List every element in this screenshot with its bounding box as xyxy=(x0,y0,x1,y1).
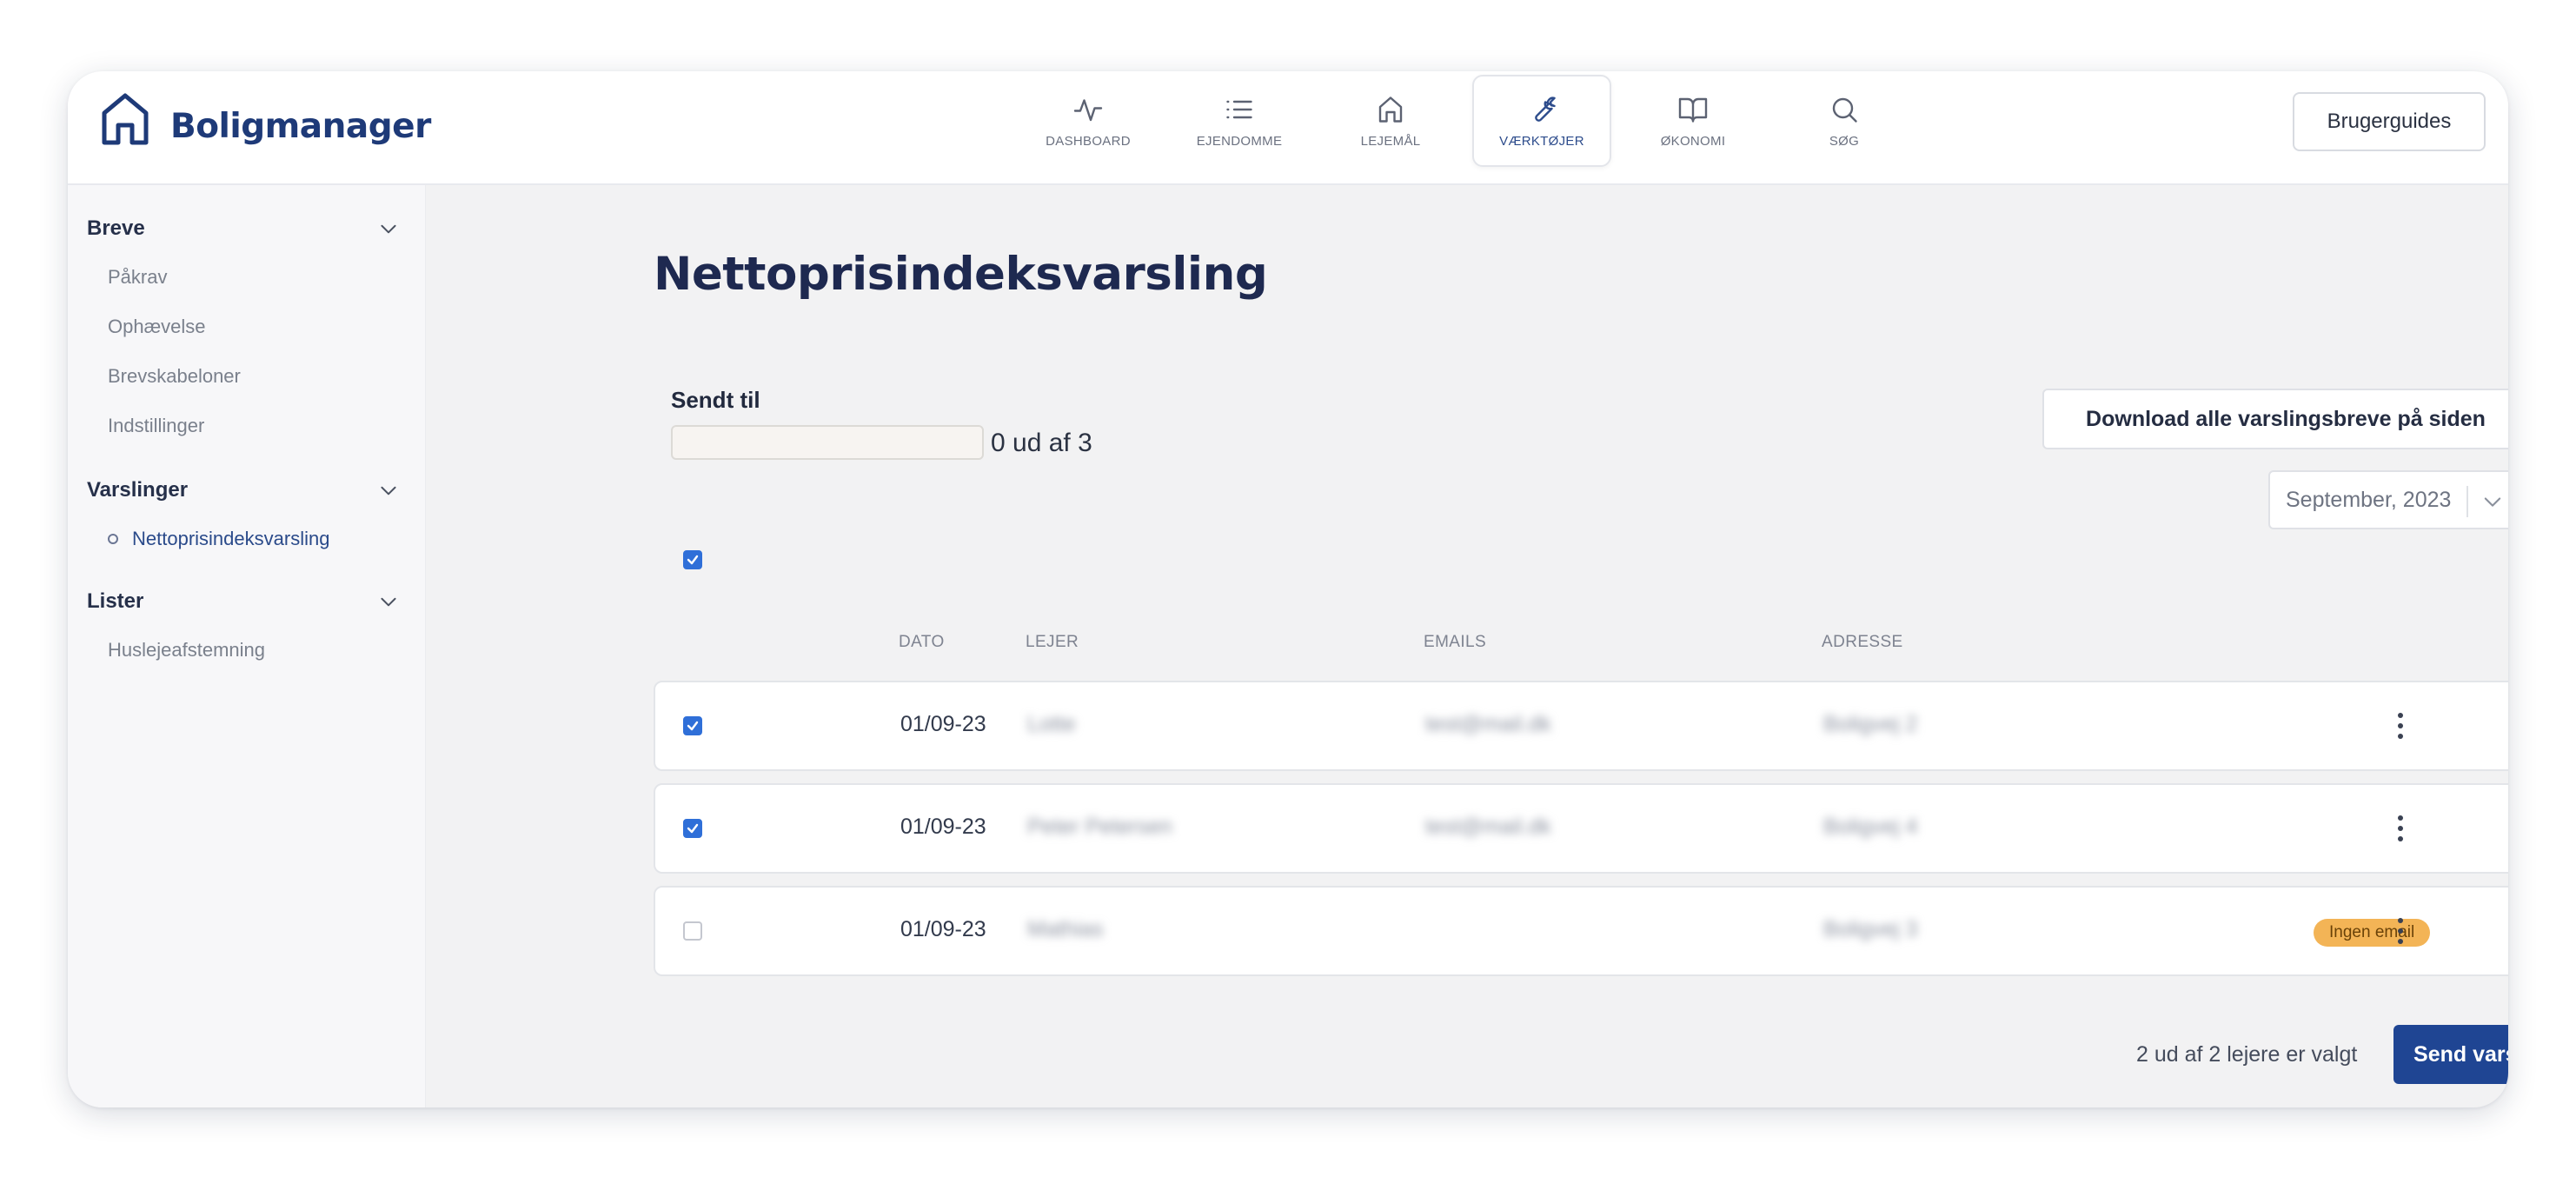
sidebar-section-title: Breve xyxy=(87,216,145,240)
nav-lejemaal[interactable]: LEJEMÅL xyxy=(1321,75,1460,167)
month-select[interactable]: September, 2023 xyxy=(2268,470,2508,529)
nav-oekonomi[interactable]: ØKONOMI xyxy=(1623,75,1763,167)
search-icon xyxy=(1832,97,1857,123)
sendt-til-count: 0 ud af 3 xyxy=(991,429,1092,457)
nav-soeg[interactable]: SØG xyxy=(1775,75,1914,167)
list-icon xyxy=(1226,100,1252,118)
wrench-icon xyxy=(1535,96,1556,122)
sidebar-item-ophaevelse[interactable]: Ophævelse xyxy=(108,316,206,338)
more-options-icon[interactable] xyxy=(2392,708,2409,743)
chevron-down-icon xyxy=(381,486,396,495)
selected-count-text: 2 ud af 2 lejere er valgt xyxy=(2136,1042,2358,1067)
page-title: Nettoprisindeksvarsling xyxy=(654,248,1268,301)
row-checkbox[interactable] xyxy=(683,819,702,838)
nav-label: DASHBOARD xyxy=(1046,133,1131,149)
chevron-down-icon xyxy=(381,224,396,234)
column-header-adresse[interactable]: ADRESSE xyxy=(1822,633,1903,652)
checkmark-icon xyxy=(687,555,699,565)
nav-ejendomme[interactable]: EJENDOMME xyxy=(1170,75,1309,167)
sendt-til-progress xyxy=(671,425,984,460)
sidebar-item-indstillinger[interactable]: Indstillinger xyxy=(108,415,204,437)
sidebar-section-title: Lister xyxy=(87,589,144,613)
cell-dato: 01/09-23 xyxy=(900,712,986,736)
send-varsling-button[interactable]: Send varsling xyxy=(2393,1025,2508,1084)
cell-email: test@mail.dk xyxy=(1425,712,1551,736)
sidebar-section-title: Varslinger xyxy=(87,478,189,502)
top-header: Boligmanager DASHBOARD EJENDOMME LEJEMÅL… xyxy=(68,71,2508,185)
activity-icon xyxy=(1073,98,1103,121)
chevron-down-icon xyxy=(2484,497,2501,507)
sidebar-item-paakrav[interactable]: Påkrav xyxy=(108,266,167,289)
chevron-down-icon xyxy=(381,597,396,607)
column-header-emails[interactable]: EMAILS xyxy=(1424,633,1486,652)
row-checkbox[interactable] xyxy=(683,716,702,735)
brugerguides-button[interactable]: Brugerguides xyxy=(2293,92,2486,151)
column-header-lejer[interactable]: LEJER xyxy=(1026,633,1079,652)
nav-label: SØG xyxy=(1829,133,1860,149)
main-content: Nettoprisindeksvarsling Sendt til 0 ud a… xyxy=(426,185,2508,1107)
book-icon xyxy=(1678,97,1708,123)
nav-label: LEJEMÅL xyxy=(1360,133,1421,149)
sidebar-section-lister[interactable]: Lister xyxy=(87,584,400,619)
home-icon xyxy=(1378,96,1403,123)
nav-label: EJENDOMME xyxy=(1196,133,1283,149)
cell-dato: 01/09-23 xyxy=(900,815,986,839)
sidebar-section-varslinger[interactable]: Varslinger xyxy=(87,473,400,508)
select-divider xyxy=(2466,486,2468,517)
cell-lejer: Lotte xyxy=(1027,712,1076,736)
main-nav: DASHBOARD EJENDOMME LEJEMÅL VÆRKTØJER ØK… xyxy=(1019,75,1926,170)
app-window: Boligmanager DASHBOARD EJENDOMME LEJEMÅL… xyxy=(68,71,2508,1107)
checkbox-box xyxy=(683,550,702,569)
row-checkbox[interactable] xyxy=(683,921,702,941)
download-all-button[interactable]: Download alle varslingsbreve på siden xyxy=(2042,389,2508,449)
table-row[interactable]: 01/09-23 Peter Petersen test@mail.dk Bol… xyxy=(654,783,2508,874)
sidebar-item-huslejeafstemning[interactable]: Huslejeafstemning xyxy=(108,639,265,662)
cell-dato: 01/09-23 xyxy=(900,917,986,941)
logo[interactable]: Boligmanager xyxy=(97,90,431,146)
table-row[interactable]: 01/09-23 Mathias Boligvej 3 Ingen email xyxy=(654,886,2508,976)
cell-email: test@mail.dk xyxy=(1425,815,1551,839)
nav-dashboard[interactable]: DASHBOARD xyxy=(1019,75,1158,167)
sidebar-item-brevskabeloner[interactable]: Brevskabeloner xyxy=(108,365,241,388)
sidebar-item-nettoprisindeksvarsling[interactable]: Nettoprisindeksvarsling xyxy=(108,528,329,550)
sidebar-item-label: Nettoprisindeksvarsling xyxy=(132,528,330,549)
cell-adresse: Boligvej 4 xyxy=(1823,815,1918,839)
checkmark-icon xyxy=(687,823,699,834)
more-options-icon[interactable] xyxy=(2392,811,2409,846)
house-logo-icon xyxy=(102,93,149,145)
nav-vaerktoejer[interactable]: VÆRKTØJER xyxy=(1472,75,1611,167)
cell-lejer: Mathias xyxy=(1027,917,1104,941)
sendt-til-label: Sendt til xyxy=(671,387,760,413)
sidebar: Breve Påkrav Ophævelse Brevskabeloner In… xyxy=(68,185,426,1107)
active-dot-icon xyxy=(108,534,118,544)
cell-adresse: Boligvej 2 xyxy=(1823,712,1918,736)
select-all-checkbox[interactable] xyxy=(683,550,702,569)
sidebar-section-breve[interactable]: Breve xyxy=(87,211,400,246)
cell-adresse: Boligvej 3 xyxy=(1823,917,1918,941)
month-select-value: September, 2023 xyxy=(2286,487,2452,512)
column-header-dato[interactable]: DATO xyxy=(899,633,945,652)
nav-label: ØKONOMI xyxy=(1660,133,1726,149)
checkmark-icon xyxy=(687,721,699,731)
nav-label: VÆRKTØJER xyxy=(1499,133,1584,149)
cell-lejer: Peter Petersen xyxy=(1027,815,1172,839)
no-email-badge: Ingen email xyxy=(2314,919,2431,947)
logo-text: Boligmanager xyxy=(170,106,431,146)
table-row[interactable]: 01/09-23 Lotte test@mail.dk Boligvej 2 xyxy=(654,681,2508,771)
more-options-icon[interactable] xyxy=(2392,914,2409,948)
